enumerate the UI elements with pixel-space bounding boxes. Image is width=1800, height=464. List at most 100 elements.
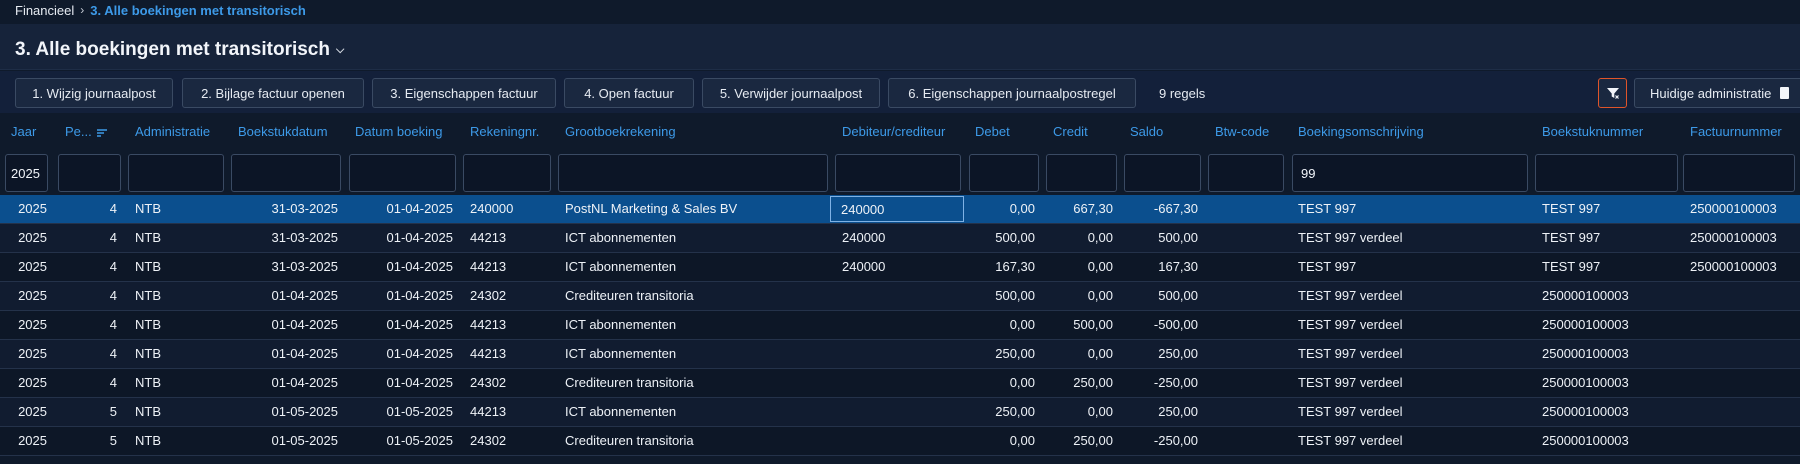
toolbar: 1. Wijzig journaalpost 2. Bijlage factuu… — [0, 71, 1800, 113]
cell-jaar: 2025 — [18, 433, 47, 448]
table-row[interactable]: 2025 5 NTB 01-05-2025 01-05-2025 24302 Credite… — [0, 427, 1800, 456]
breadcrumb-current[interactable]: 3. Alle boekingen met transitorisch — [90, 3, 306, 18]
col-boekingsomschrijving[interactable]: Boekingsomschrijving — [1298, 124, 1424, 139]
cell-factuurnummer — [1690, 369, 1800, 397]
filter-rekeningnr-input[interactable] — [463, 154, 551, 192]
cell-factuurnummer: 250000100003 — [1690, 259, 1777, 274]
col-administratie[interactable]: Administratie — [135, 124, 210, 139]
filter-credit-input[interactable] — [1046, 154, 1117, 192]
col-btw-code[interactable]: Btw-code — [1215, 124, 1269, 139]
table-row[interactable]: 2025 4 NTB 31-03-2025 01-04-2025 44213 ICT abo… — [0, 224, 1800, 253]
filter-administratie-input[interactable] — [128, 154, 224, 192]
col-boekstuknummer[interactable]: Boekstuknummer — [1542, 124, 1643, 139]
cell-jaar: 2025 — [18, 317, 47, 332]
cell-saldo: -250,00 — [1153, 433, 1198, 448]
cell-administratie: NTB — [135, 201, 161, 216]
cell-rekeningnr: 44213 — [470, 230, 507, 245]
col-debet[interactable]: Debet — [975, 124, 1010, 139]
filter-boekstuknummer-input[interactable] — [1535, 154, 1678, 192]
eigenschappen-journaalpostregel-button[interactable]: 6. Eigenschappen journaalpostregel — [888, 78, 1136, 108]
cell-factuurnummer: 250000100003 — [1690, 230, 1777, 245]
cell-boekingsomschrijving: TEST 997 verdeel — [1298, 288, 1403, 303]
table-row[interactable]: 2025 4 NTB 01-04-2025 01-04-2025 24302 Credite… — [0, 282, 1800, 311]
table-row[interactable]: 2025 4 NTB 31-03-2025 01-04-2025 240000 PostNL… — [0, 195, 1800, 224]
cell-debiteur-crediteur — [842, 282, 962, 310]
eigenschappen-factuur-button[interactable]: 3. Eigenschappen factuur — [372, 78, 556, 108]
cell-administratie: NTB — [135, 375, 161, 390]
table-row[interactable]: 2025 5 NTB 01-05-2025 01-05-2025 44213 ICT abo… — [0, 398, 1800, 427]
col-debiteur-crediteur[interactable]: Debiteur/crediteur — [842, 124, 945, 139]
cell-rekeningnr: 44213 — [470, 346, 507, 361]
breadcrumb-root[interactable]: Financieel — [15, 3, 74, 18]
cell-jaar: 2025 — [18, 259, 47, 274]
cell-btw-code — [1215, 427, 1275, 455]
cell-datum-boeking: 01-05-2025 — [386, 433, 454, 448]
cell-boekstukdatum: 01-05-2025 — [271, 404, 339, 419]
col-factuurnummer[interactable]: Factuurnummer — [1690, 124, 1782, 139]
col-grootboekrekening[interactable]: Grootboekrekening — [565, 124, 676, 139]
cell-periode: 4 — [109, 375, 117, 390]
page-title[interactable]: 3. Alle boekingen met transitorisch ⌵ — [15, 39, 344, 61]
col-periode-label: Pe... — [65, 124, 92, 139]
filter-factuurnummer-input[interactable] — [1683, 154, 1795, 192]
col-saldo[interactable]: Saldo — [1130, 124, 1163, 139]
filter-jaar-input[interactable] — [5, 154, 48, 192]
col-boekstukdatum[interactable]: Boekstukdatum — [238, 124, 328, 139]
cell-btw-code — [1215, 311, 1275, 339]
cell-jaar: 2025 — [18, 230, 47, 245]
table-row[interactable]: 2025 4 NTB 01-04-2025 01-04-2025 24302 Credite… — [0, 369, 1800, 398]
filter-boekingsomschrijving-input[interactable] — [1292, 154, 1528, 192]
col-credit[interactable]: Credit — [1053, 124, 1088, 139]
filter-debet-input[interactable] — [969, 154, 1039, 192]
filter-saldo-input[interactable] — [1124, 154, 1201, 192]
cell-boekingsomschrijving: TEST 997 verdeel — [1298, 375, 1403, 390]
cell-debiteur-crediteur: 240000 — [842, 259, 886, 274]
cell-debiteur-crediteur — [842, 398, 962, 426]
cell-rekeningnr: 44213 — [470, 317, 507, 332]
col-periode[interactable]: Pe... — [65, 124, 108, 139]
cell-administratie: NTB — [135, 346, 161, 361]
cell-boekstuknummer: 250000100003 — [1542, 317, 1629, 332]
filter-datum-boeking-input[interactable] — [349, 154, 456, 192]
wijzig-journaalpost-button[interactable]: 1. Wijzig journaalpost — [15, 78, 173, 108]
verwijder-journaalpost-button[interactable]: 5. Verwijder journaalpost — [702, 78, 880, 108]
cell-debet: 250,00 — [995, 404, 1035, 419]
cell-administratie: NTB — [135, 259, 161, 274]
col-rekeningnr[interactable]: Rekeningnr. — [470, 124, 539, 139]
cell-boekstukdatum: 01-04-2025 — [271, 346, 339, 361]
chevron-right-icon: › — [80, 3, 85, 17]
filter-button[interactable] — [1598, 78, 1627, 108]
cell-jaar: 2025 — [18, 288, 47, 303]
filter-boekstukdatum-input[interactable] — [231, 154, 341, 192]
cell-periode: 4 — [109, 230, 117, 245]
data-table: 2025 4 NTB 31-03-2025 01-04-2025 240000 PostNL… — [0, 195, 1800, 456]
document-icon — [1780, 87, 1790, 99]
table-row[interactable]: 2025 4 NTB 01-04-2025 01-04-2025 44213 ICT abo… — [0, 340, 1800, 369]
cell-grootboekrekening: Crediteuren transitoria — [565, 288, 694, 303]
cell-saldo: 167,30 — [1158, 259, 1198, 274]
table-row[interactable]: 2025 4 NTB 31-03-2025 01-04-2025 44213 ICT abo… — [0, 253, 1800, 282]
huidige-administratie-button[interactable]: Huidige administratie — [1634, 78, 1800, 108]
cell-debet: 0,00 — [1009, 433, 1035, 448]
cell-btw-code — [1215, 195, 1275, 223]
cell-boekingsomschrijving: TEST 997 verdeel — [1298, 433, 1403, 448]
bijlage-factuur-button[interactable]: 2. Bijlage factuur openen — [182, 78, 364, 108]
cell-saldo: -500,00 — [1153, 317, 1198, 332]
cell-debet: 500,00 — [995, 288, 1035, 303]
open-factuur-button[interactable]: 4. Open factuur — [564, 78, 694, 108]
col-jaar[interactable]: Jaar — [11, 124, 36, 139]
filter-grootboekrekening-input[interactable] — [558, 154, 828, 192]
cell-factuurnummer — [1690, 398, 1800, 426]
table-row[interactable]: 2025 4 NTB 01-04-2025 01-04-2025 44213 ICT abo… — [0, 311, 1800, 340]
filter-debiteur-input[interactable] — [835, 154, 961, 192]
cell-administratie: NTB — [135, 317, 161, 332]
col-datum-boeking[interactable]: Datum boeking — [355, 124, 442, 139]
cell-debiteur-crediteur: 240000 — [830, 196, 964, 222]
cell-saldo: -250,00 — [1153, 375, 1198, 390]
cell-debet: 250,00 — [995, 346, 1035, 361]
row-count: 9 regels — [1159, 85, 1206, 101]
cell-boekingsomschrijving: TEST 997 — [1298, 201, 1357, 216]
filter-btw-code-input[interactable] — [1208, 154, 1284, 192]
cell-boekstukdatum: 01-05-2025 — [271, 433, 339, 448]
filter-periode-input[interactable] — [58, 154, 121, 192]
